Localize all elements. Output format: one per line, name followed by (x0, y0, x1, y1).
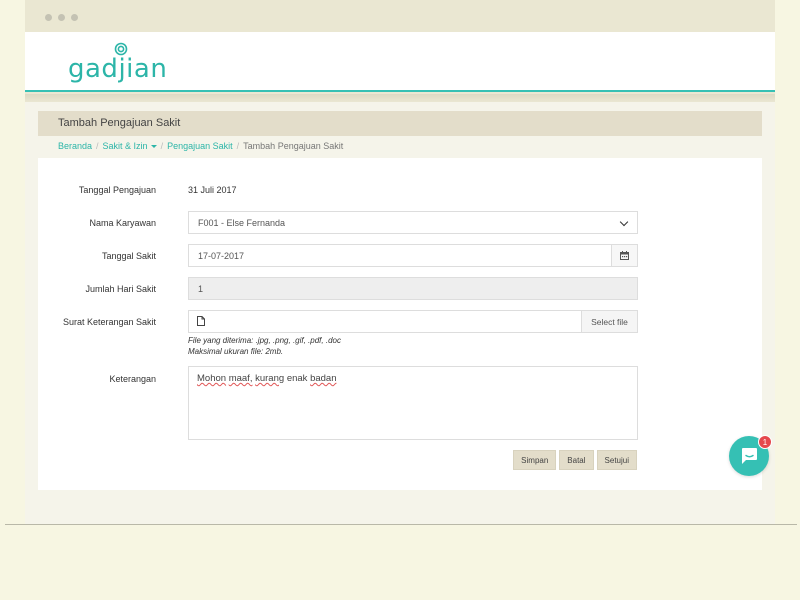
caret-down-icon (150, 145, 157, 149)
calendar-button[interactable] (611, 245, 637, 266)
browser-window: gadjian Tambah Pengajuan Sakit Beranda / S… (25, 0, 775, 524)
page-title: Tambah Pengajuan Sakit (58, 117, 181, 129)
breadcrumb: Beranda / Sakit & Izin / Pengajuan Sakit / Tam… (58, 141, 343, 151)
calendar-icon (620, 251, 629, 260)
file-maxsize-text: Maksimal ukuran file: 2mb. (188, 347, 284, 356)
form-actions: Simpan Batal Setujui (513, 450, 637, 470)
main-content: Tambah Pengajuan Sakit Beranda / Sakit & I… (25, 102, 775, 524)
window-dot (45, 14, 52, 21)
select-file-button[interactable]: Select file (581, 311, 637, 332)
page-bottom-divider (5, 524, 797, 525)
jumlah-hari-value: 1 (198, 284, 204, 294)
chat-notification-badge: 1 (758, 435, 772, 449)
keterangan-label: Keterangan (109, 374, 156, 384)
simpan-button[interactable]: Simpan (513, 450, 557, 470)
nama-karyawan-select[interactable]: F001 - Else Fernanda (188, 211, 638, 234)
breadcrumb-pengajuan-sakit[interactable]: Pengajuan Sakit (167, 141, 233, 151)
breadcrumb-separator: / (96, 141, 99, 151)
setujui-button[interactable]: Setujui (596, 450, 637, 470)
page-header: Tambah Pengajuan Sakit (38, 111, 762, 136)
breadcrumb-separator: / (160, 141, 164, 151)
jumlah-hari-label: Jumlah Hari Sakit (85, 284, 156, 294)
swirl-icon (114, 42, 128, 56)
tanggal-pengajuan-value: 31 Juli 2017 (188, 185, 237, 195)
tanggal-sakit-input[interactable]: 17-07-2017 (188, 244, 638, 267)
file-accepted-text: File yang diterima: .jpg, .png, .gif, .p… (188, 336, 341, 345)
gadjian-logo[interactable]: gadjian (68, 42, 167, 82)
form-card: Tanggal Pengajuan 31 Juli 2017 Nama Kary… (38, 158, 762, 490)
tanggal-sakit-value: 17-07-2017 (198, 251, 245, 261)
logo-text: gadjian (68, 54, 168, 84)
jumlah-hari-input: 1 (188, 277, 638, 300)
surat-keterangan-file-input[interactable]: Select file (188, 310, 638, 333)
file-help-text: File yang diterima: .jpg, .png, .gif, .p… (188, 335, 341, 357)
batal-button[interactable]: Batal (559, 450, 594, 470)
spell-word: badan (310, 373, 337, 384)
file-icon (197, 316, 205, 326)
tanggal-sakit-label: Tanggal Sakit (101, 251, 156, 261)
tanggal-pengajuan-label: Tanggal Pengajuan (78, 185, 156, 195)
top-navbar: gadjian (25, 32, 775, 92)
navbar-shadow (25, 94, 775, 102)
chat-icon (742, 448, 757, 464)
surat-keterangan-label: Surat Keterangan Sakit (62, 317, 156, 327)
window-dot (71, 14, 78, 21)
chevron-down-icon (619, 217, 629, 227)
keterangan-text: Mohon maaf, kurang enak badan (197, 373, 336, 384)
breadcrumb-current: Tambah Pengajuan Sakit (243, 141, 344, 151)
nama-karyawan-value: F001 - Else Fernanda (198, 218, 286, 228)
spell-word: Mohon (197, 373, 227, 384)
word: enak (286, 373, 308, 384)
breadcrumb-sakit-izin-label: Sakit & Izin (102, 141, 148, 151)
window-dot (58, 14, 65, 21)
nama-karyawan-label: Nama Karyawan (89, 218, 156, 228)
breadcrumb-home[interactable]: Beranda (58, 141, 92, 151)
breadcrumb-separator: / (236, 141, 240, 151)
spell-word: maaf, (228, 373, 253, 384)
breadcrumb-sakit-izin[interactable]: Sakit & Izin (103, 141, 157, 151)
keterangan-textarea[interactable]: Mohon maaf, kurang enak badan (188, 366, 638, 440)
spell-word: kurang (255, 373, 285, 384)
window-chrome (25, 0, 775, 32)
